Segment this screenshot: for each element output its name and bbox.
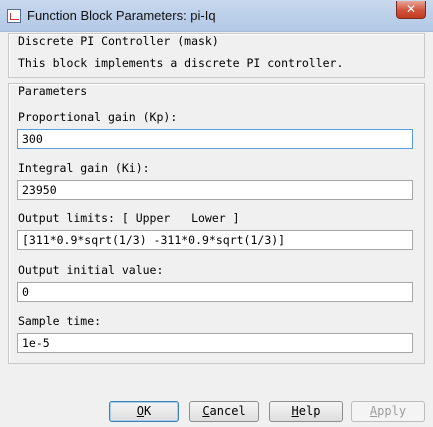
initial-value-label: Output initial value:: [18, 263, 164, 277]
kp-label: Proportional gain (Kp):: [18, 110, 178, 124]
help-mnemonic: H: [291, 404, 299, 418]
help-label-rest: elp: [298, 404, 321, 418]
help-button[interactable]: Help: [269, 401, 343, 422]
sample-time-input[interactable]: 1e-5: [17, 333, 413, 353]
apply-label-rest: pply: [377, 404, 407, 418]
sample-time-label: Sample time:: [18, 314, 102, 328]
mask-legend: Discrete PI Controller (mask): [18, 34, 219, 48]
mask-description: This block implements a discrete PI cont…: [18, 56, 344, 70]
parameters-legend: Parameters: [18, 84, 88, 98]
mask-description-group: Discrete PI Controller (mask) This block…: [8, 33, 425, 78]
output-limits-input[interactable]: [311*0.9*sqrt(1/3) -311*0.9*sqrt(1/3)]: [17, 230, 413, 250]
ki-label: Integral gain (Ki):: [18, 161, 150, 175]
cancel-button[interactable]: Cancel: [189, 401, 259, 422]
cancel-mnemonic: C: [202, 404, 210, 418]
apply-button[interactable]: Apply: [351, 401, 425, 422]
ok-button[interactable]: OK: [109, 401, 179, 422]
window-title: Function Block Parameters: pi-Iq: [27, 8, 216, 23]
ok-mnemonic: O: [136, 404, 144, 418]
close-icon: ✕: [405, 2, 417, 16]
initial-value-input[interactable]: 0: [17, 282, 413, 302]
close-button[interactable]: ✕: [396, 1, 426, 19]
output-limits-label: Output limits: [ Upper Lower ]: [18, 211, 240, 225]
cancel-label-rest: ancel: [209, 404, 246, 418]
kp-input[interactable]: 300: [17, 129, 413, 149]
ok-label-rest: K: [144, 404, 152, 418]
ki-input[interactable]: 23950: [17, 180, 413, 200]
title-bar: Function Block Parameters: pi-Iq ✕: [0, 0, 433, 32]
block-parameters-icon: [7, 9, 21, 23]
